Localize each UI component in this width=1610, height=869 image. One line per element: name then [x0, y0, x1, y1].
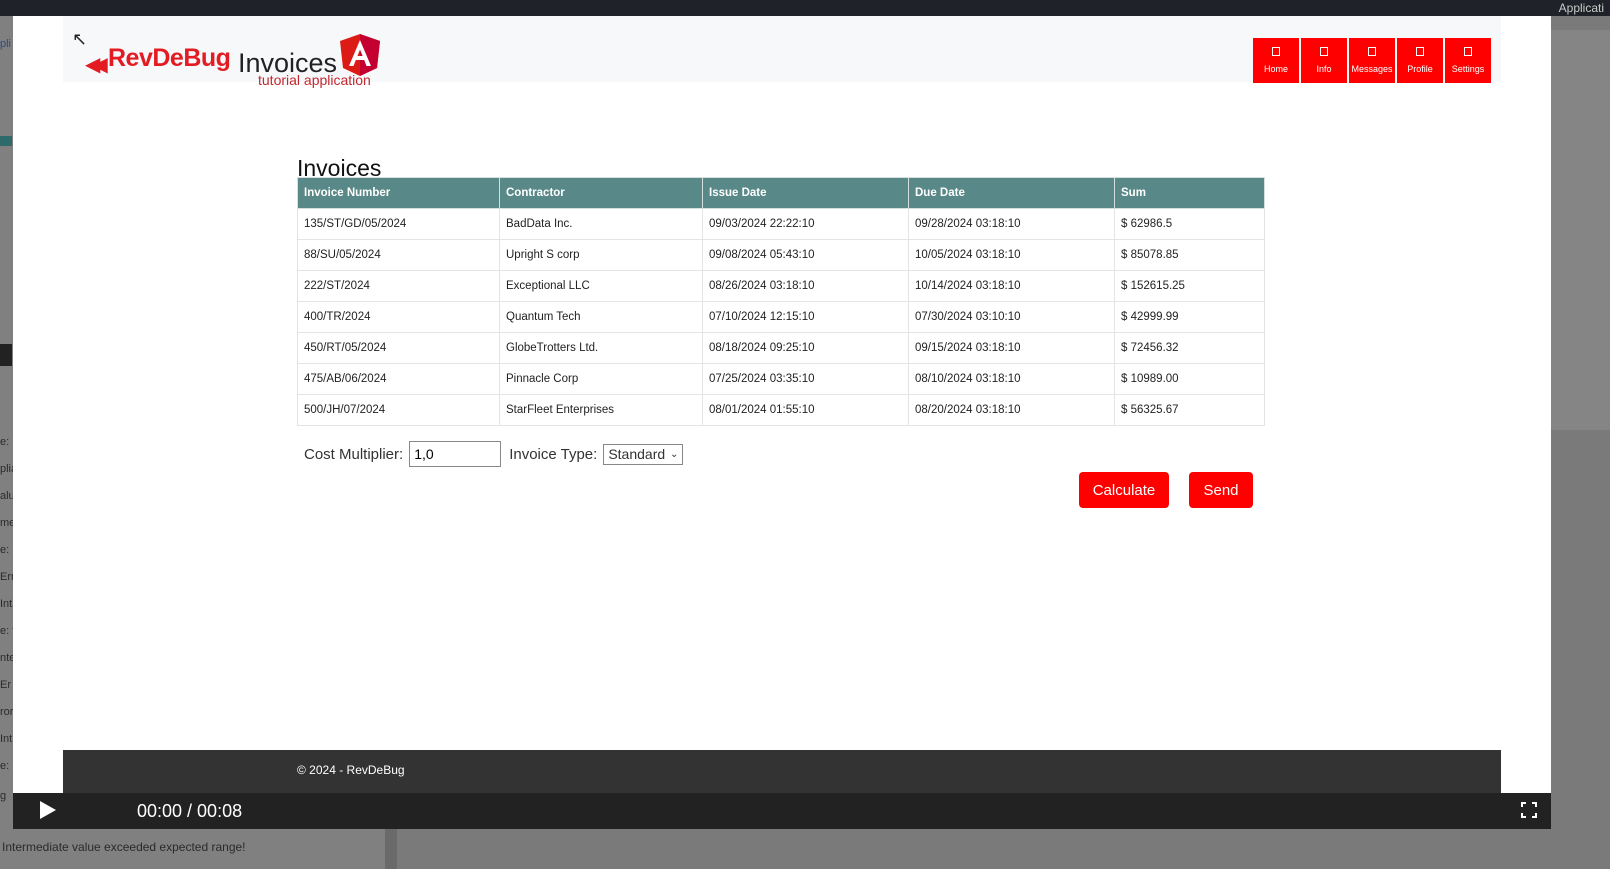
table-cell: Upright S corp: [499, 239, 703, 271]
table-cell: BadData Inc.: [499, 208, 703, 240]
table-header-row: Invoice Number Contractor Issue Date Due…: [297, 177, 1265, 209]
invoice-type-label: Invoice Type:: [509, 445, 598, 463]
table-cell: 08/10/2024 03:18:10: [908, 363, 1115, 395]
mouse-cursor-icon: ↖: [72, 29, 88, 49]
nav-settings[interactable]: Settings: [1445, 38, 1491, 83]
invoices-table: Invoice Number Contractor Issue Date Due…: [297, 177, 1265, 426]
table-row[interactable]: 222/ST/2024 Exceptional LLC 08/26/2024 03:…: [297, 270, 1265, 302]
settings-icon: [1464, 47, 1472, 56]
app-header: ◀◀ RevDeBug Invoices tutorial applicatio…: [63, 16, 1501, 88]
column-header[interactable]: Sum: [1114, 177, 1265, 209]
column-header[interactable]: Invoice Number: [297, 177, 500, 209]
app-footer: © 2024 - RevDeBug: [63, 750, 1501, 793]
background-fragment: ror: [0, 706, 14, 718]
background-fragment: Er: [0, 679, 11, 691]
table-cell: 88/SU/05/2024: [297, 239, 500, 271]
background-fragment: Int: [0, 598, 13, 610]
top-nav: Home Info Messages Profile Settings: [1253, 38, 1491, 83]
column-header[interactable]: Contractor: [499, 177, 703, 209]
table-cell: Pinnacle Corp: [499, 363, 703, 395]
table-cell: StarFleet Enterprises: [499, 394, 703, 426]
nav-home[interactable]: Home: [1253, 38, 1299, 83]
table-cell: 07/10/2024 12:15:10: [702, 301, 909, 333]
nav-info[interactable]: Info: [1301, 38, 1347, 83]
info-icon: [1320, 47, 1328, 56]
rewind-logo-icon: ◀◀: [85, 54, 108, 76]
table-cell: $ 152615.25: [1114, 270, 1265, 302]
video-time: 00:00 / 00:08: [137, 801, 243, 821]
cost-multiplier-input[interactable]: [409, 441, 502, 467]
table-cell: 08/18/2024 09:25:10: [702, 332, 909, 364]
play-icon[interactable]: [40, 801, 56, 819]
video-modal: ◀◀ RevDeBug Invoices tutorial applicatio…: [13, 16, 1551, 793]
table-row[interactable]: 500/JH/07/2024 StarFleet Enterprises 08/01…: [297, 394, 1265, 426]
background-dark-bar: [0, 344, 12, 366]
angular-logo-icon: [340, 34, 380, 76]
table-cell: 08/26/2024 03:18:10: [702, 270, 909, 302]
table-row[interactable]: 475/AB/06/2024 Pinnacle Corp 07/25/2024 03…: [297, 363, 1265, 395]
table-cell: 222/ST/2024: [297, 270, 500, 302]
table-cell: $ 42999.99: [1114, 301, 1265, 333]
table-cell: 475/AB/06/2024: [297, 363, 500, 395]
background-topbar: Applicati: [0, 0, 1610, 16]
table-cell: Exceptional LLC: [499, 270, 703, 302]
table-cell: 07/25/2024 03:35:10: [702, 363, 909, 395]
table-cell: $ 62986.5: [1114, 208, 1265, 240]
table-row[interactable]: 135/ST/GD/05/2024 BadData Inc. 09/03/2024 …: [297, 208, 1265, 240]
table-cell: $ 85078.85: [1114, 239, 1265, 271]
table-cell: GlobeTrotters Ltd.: [499, 332, 703, 364]
invoice-type-value: Standard: [608, 446, 666, 462]
messages-icon: [1368, 47, 1376, 56]
table-row[interactable]: 450/RT/05/2024 GlobeTrotters Ltd. 08/18/20…: [297, 332, 1265, 364]
table-cell: 09/08/2024 05:43:10: [702, 239, 909, 271]
table-cell: 07/30/2024 03:10:10: [908, 301, 1115, 333]
table-cell: 08/01/2024 01:55:10: [702, 394, 909, 426]
background-fragment: pli: [0, 38, 12, 50]
fullscreen-icon[interactable]: [1521, 802, 1537, 818]
background-app-label: Applicati: [1558, 1, 1604, 15]
background-fragment: Int: [0, 733, 13, 745]
column-header[interactable]: Issue Date: [702, 177, 909, 209]
cost-multiplier-label: Cost Multiplier:: [304, 445, 404, 463]
background-fragment: g: [0, 790, 7, 802]
table-cell: 09/15/2024 03:18:10: [908, 332, 1115, 364]
table-row[interactable]: 400/TR/2024 Quantum Tech 07/10/2024 12:15:…: [297, 301, 1265, 333]
table-cell: $ 72456.32: [1114, 332, 1265, 364]
table-cell: $ 10989.00: [1114, 363, 1265, 395]
chevron-down-icon: ⌄: [669, 448, 679, 460]
invoice-form: Cost Multiplier: Invoice Type: Standard …: [304, 441, 684, 467]
table-cell: $ 56325.67: [1114, 394, 1265, 426]
nav-label: Settings: [1451, 64, 1485, 74]
brand-name: RevDeBug: [108, 44, 231, 72]
nav-label: Info: [1316, 64, 1332, 74]
send-button[interactable]: Send: [1189, 472, 1253, 508]
nav-profile[interactable]: Profile: [1397, 38, 1443, 83]
background-right-panel: [1550, 30, 1610, 430]
background-accent-bar: [0, 136, 12, 146]
nav-label: Home: [1263, 64, 1288, 74]
table-cell: 500/JH/07/2024: [297, 394, 500, 426]
video-controls: 00:00 / 00:08: [13, 793, 1551, 829]
table-cell: 10/05/2024 03:18:10: [908, 239, 1115, 271]
nav-label: Profile: [1407, 64, 1433, 74]
table-cell: 08/20/2024 03:18:10: [908, 394, 1115, 426]
table-cell: 135/ST/GD/05/2024: [297, 208, 500, 240]
footer-copyright: © 2024 - RevDeBug: [297, 763, 405, 777]
column-header[interactable]: Due Date: [908, 177, 1115, 209]
background-fragment: e:: [0, 760, 10, 772]
table-cell: 10/14/2024 03:18:10: [908, 270, 1115, 302]
home-icon: [1272, 47, 1280, 56]
nav-messages[interactable]: Messages: [1349, 38, 1395, 83]
profile-icon: [1416, 47, 1424, 56]
table-cell: Quantum Tech: [499, 301, 703, 333]
calculate-button[interactable]: Calculate: [1079, 472, 1169, 508]
nav-label: Messages: [1351, 64, 1393, 74]
background-error-message: Intermediate value exceeded expected ran…: [2, 840, 246, 854]
table-cell: 09/03/2024 22:22:10: [702, 208, 909, 240]
invoice-type-select[interactable]: Standard ⌄: [603, 443, 684, 465]
table-row[interactable]: 88/SU/05/2024 Upright S corp 09/08/2024 05…: [297, 239, 1265, 271]
table-cell: 450/RT/05/2024: [297, 332, 500, 364]
table-cell: 09/28/2024 03:18:10: [908, 208, 1115, 240]
table-cell: 400/TR/2024: [297, 301, 500, 333]
